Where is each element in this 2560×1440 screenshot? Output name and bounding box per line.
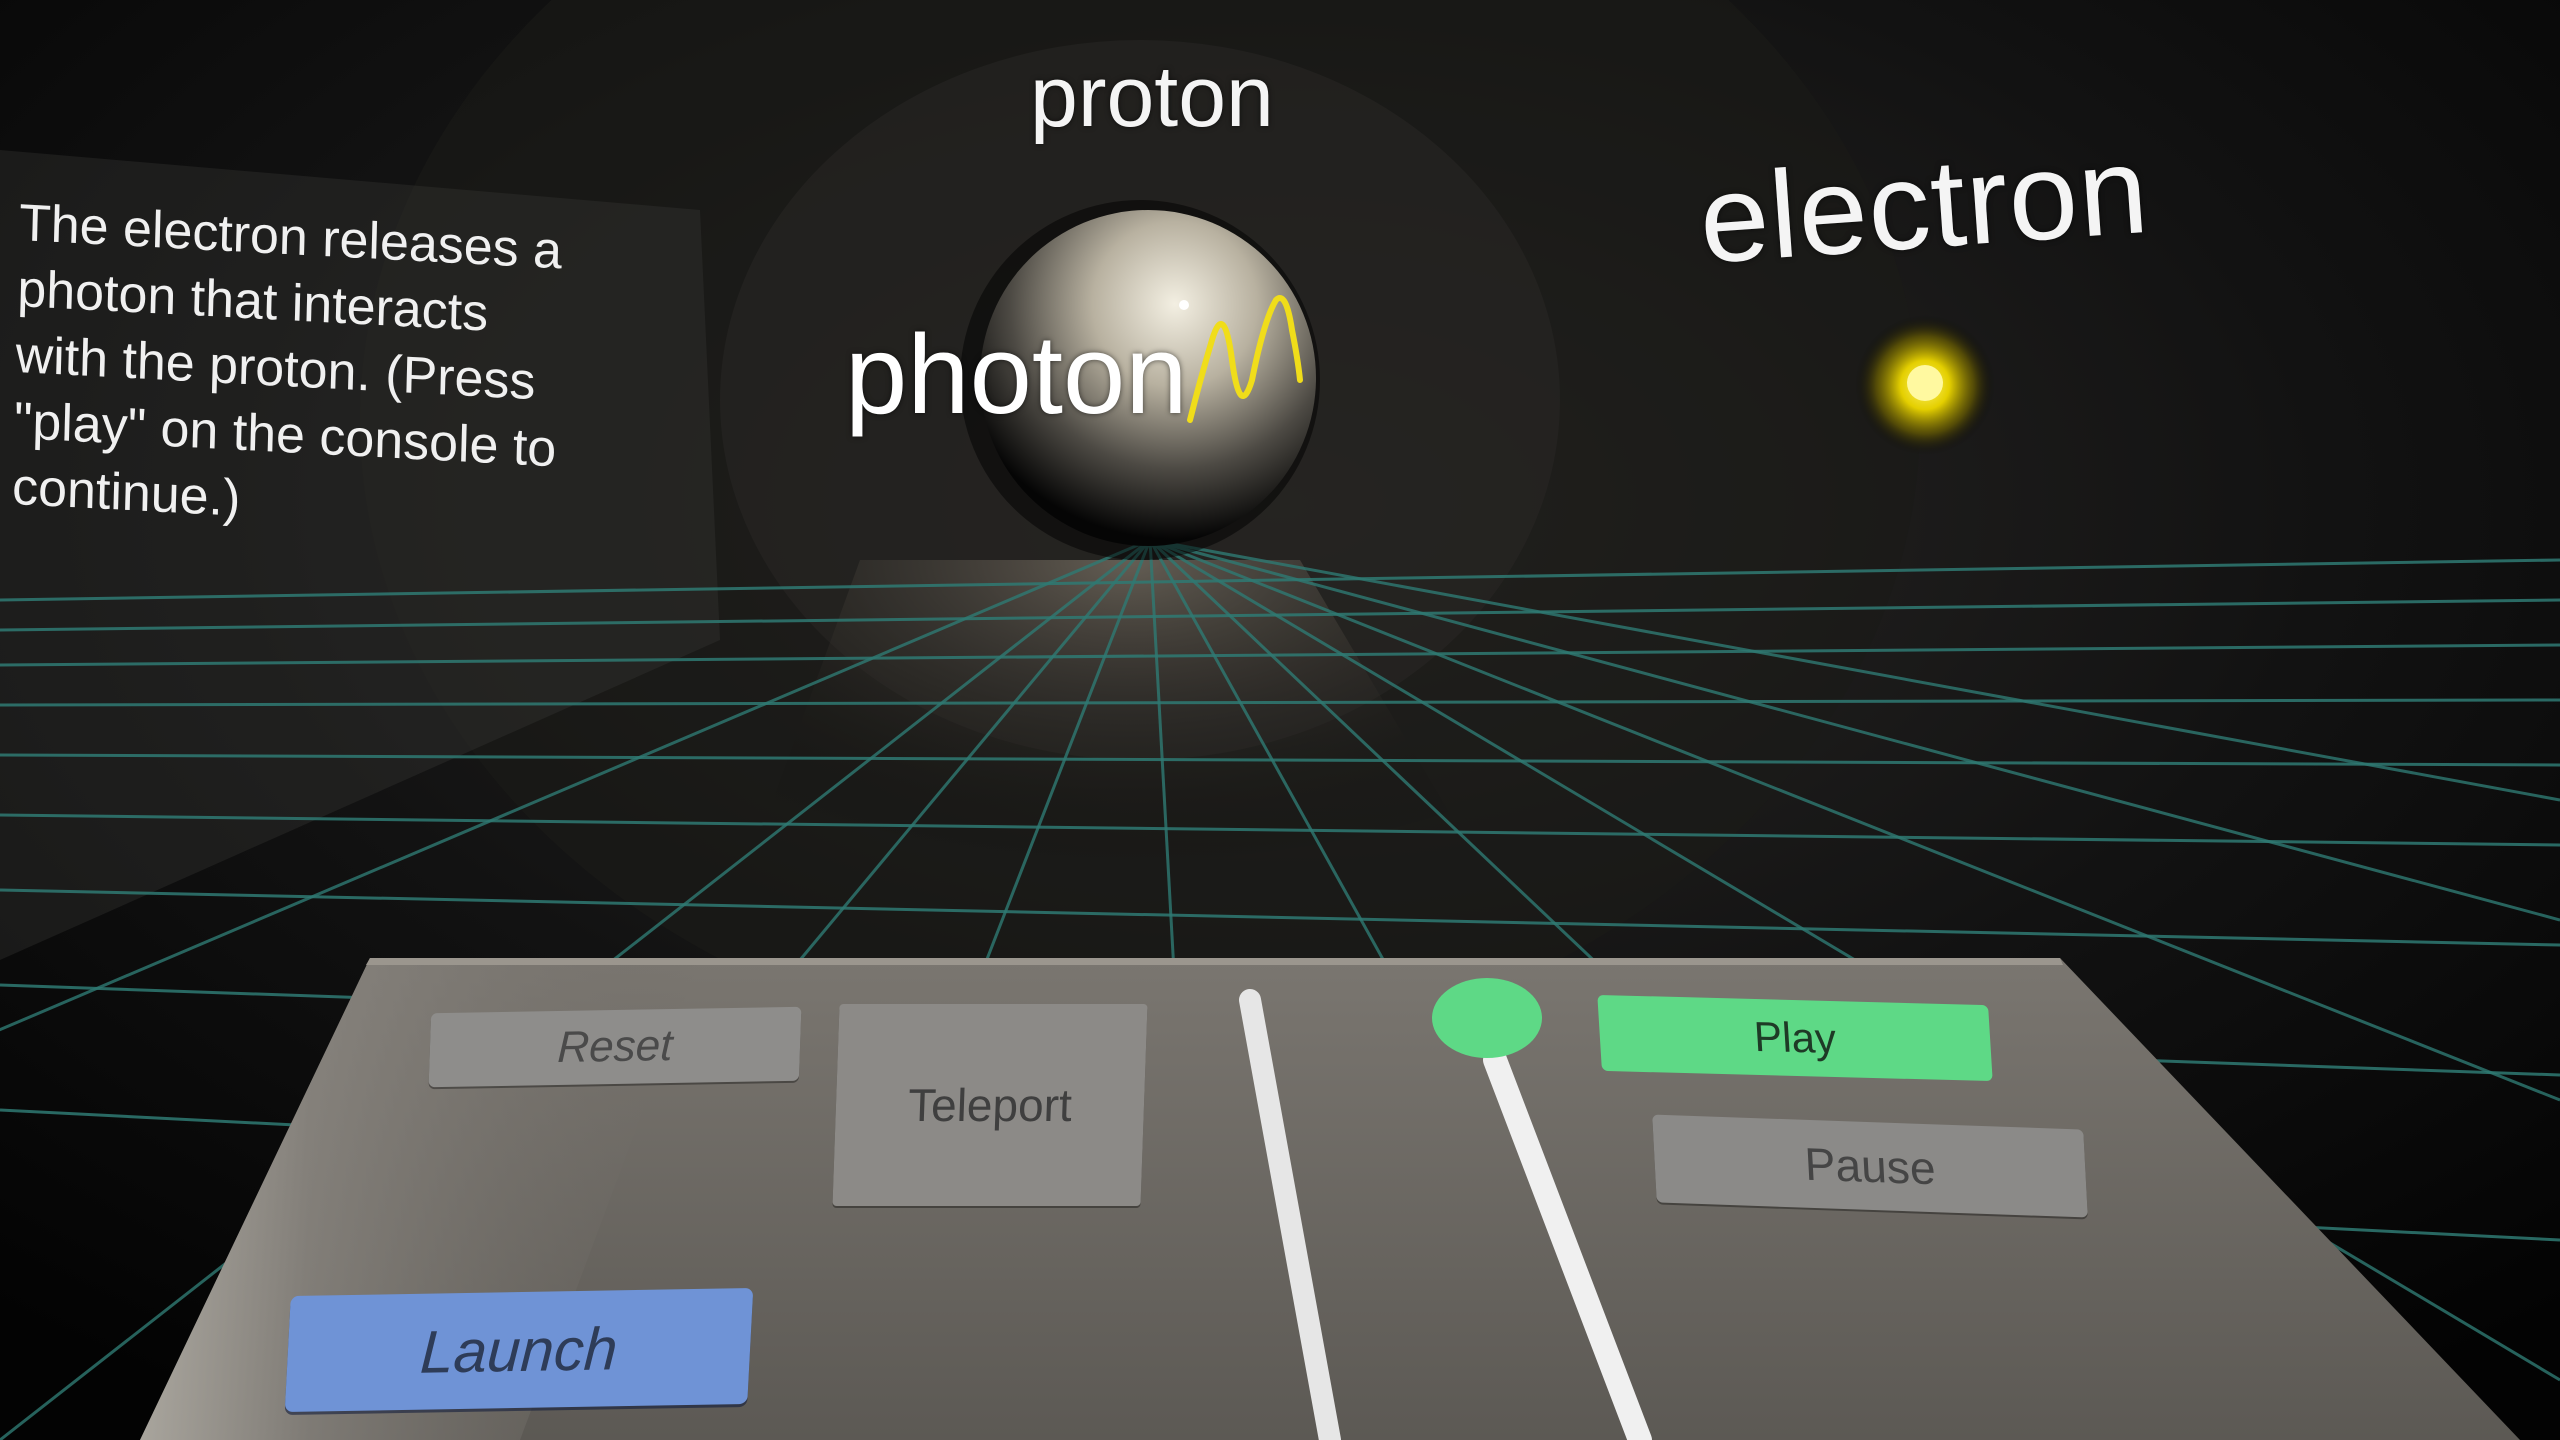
teleport-button[interactable]: Teleport [832,1004,1148,1206]
reset-button[interactable]: Reset [428,1006,802,1088]
play-button[interactable]: Play [1597,994,1993,1082]
launch-button[interactable]: Launch [284,1287,754,1413]
electron-particle [1907,365,1943,401]
slider-knob[interactable] [1432,978,1542,1058]
instruction-panel: The electron releases a photon that inte… [11,190,739,558]
pause-button[interactable]: Pause [1652,1114,2088,1218]
vr-scene: proton electron photon The electron rele… [0,0,2560,1440]
photon-label: photon [845,312,1188,437]
proton-label: proton [1030,49,1274,145]
